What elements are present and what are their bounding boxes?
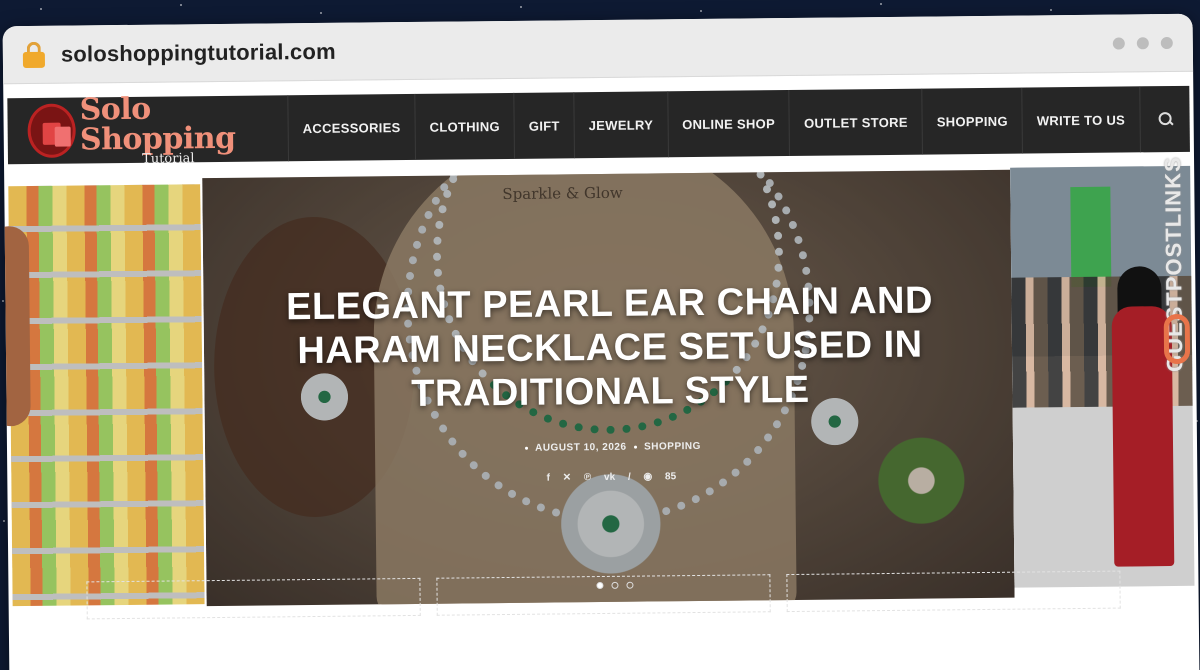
nav-item-accessories[interactable]: ACCESSORIES bbox=[287, 93, 415, 162]
logo-title: Solo Shopping bbox=[79, 91, 236, 157]
placeholder-card bbox=[786, 570, 1121, 613]
x-icon[interactable]: ✕ bbox=[563, 472, 572, 483]
view-count: 85 bbox=[664, 471, 677, 483]
link-icon bbox=[1163, 313, 1191, 365]
site-logo[interactable]: Solo Shopping Tutorial bbox=[7, 91, 288, 167]
post-title[interactable]: ELEGANT PEARL EAR CHAIN AND HARAM NECKLA… bbox=[243, 278, 976, 418]
vk-icon[interactable]: vk bbox=[604, 472, 615, 483]
nav-item-outlet-store[interactable]: OUTLET STORE bbox=[788, 88, 923, 157]
window-controls bbox=[1112, 36, 1173, 50]
nav-item-online-shop[interactable]: ONLINE SHOP bbox=[666, 90, 790, 158]
placeholder-card bbox=[86, 577, 421, 620]
nav-item-clothing[interactable]: CLOTHING bbox=[414, 92, 515, 160]
browser-window: soloshoppingtutorial.com Solo Shopping T… bbox=[2, 13, 1200, 670]
nav-item-gift[interactable]: GIFT bbox=[513, 92, 575, 159]
hero-slide[interactable]: Sparkle & Glow ELEGANT PEARL EAR CHAIN A… bbox=[200, 169, 1017, 607]
site-navigation: Solo Shopping Tutorial ACCESSORIES CLOTH… bbox=[7, 85, 1190, 167]
shopping-bag-icon bbox=[27, 103, 77, 158]
placeholder-card bbox=[436, 574, 771, 616]
pinterest-icon[interactable]: ℗ bbox=[584, 472, 591, 483]
logo-subtitle: Tutorial bbox=[142, 150, 195, 167]
slide-preview-left[interactable] bbox=[2, 184, 205, 607]
divider: / bbox=[627, 471, 631, 483]
featured-slider: Sparkle & Glow ELEGANT PEARL EAR CHAIN A… bbox=[2, 165, 1195, 626]
facebook-icon[interactable]: f bbox=[546, 473, 549, 484]
url-text[interactable]: soloshoppingtutorial.com bbox=[61, 38, 336, 67]
nav-item-write-to-us[interactable]: WRITE TO US bbox=[1021, 86, 1140, 154]
eye-icon: ◉ bbox=[643, 471, 653, 483]
post-category[interactable]: SHOPPING bbox=[644, 441, 701, 453]
nav-menu: ACCESSORIES CLOTHING GIFT JEWELRY ONLINE… bbox=[287, 86, 1140, 162]
nav-item-jewelry[interactable]: JEWELRY bbox=[573, 91, 668, 159]
nav-item-shopping[interactable]: SHOPPING bbox=[921, 87, 1023, 155]
lock-icon bbox=[22, 41, 46, 68]
post-date: AUGUST 10, 2026 bbox=[535, 441, 627, 454]
address-bar[interactable]: soloshoppingtutorial.com bbox=[2, 13, 1194, 85]
